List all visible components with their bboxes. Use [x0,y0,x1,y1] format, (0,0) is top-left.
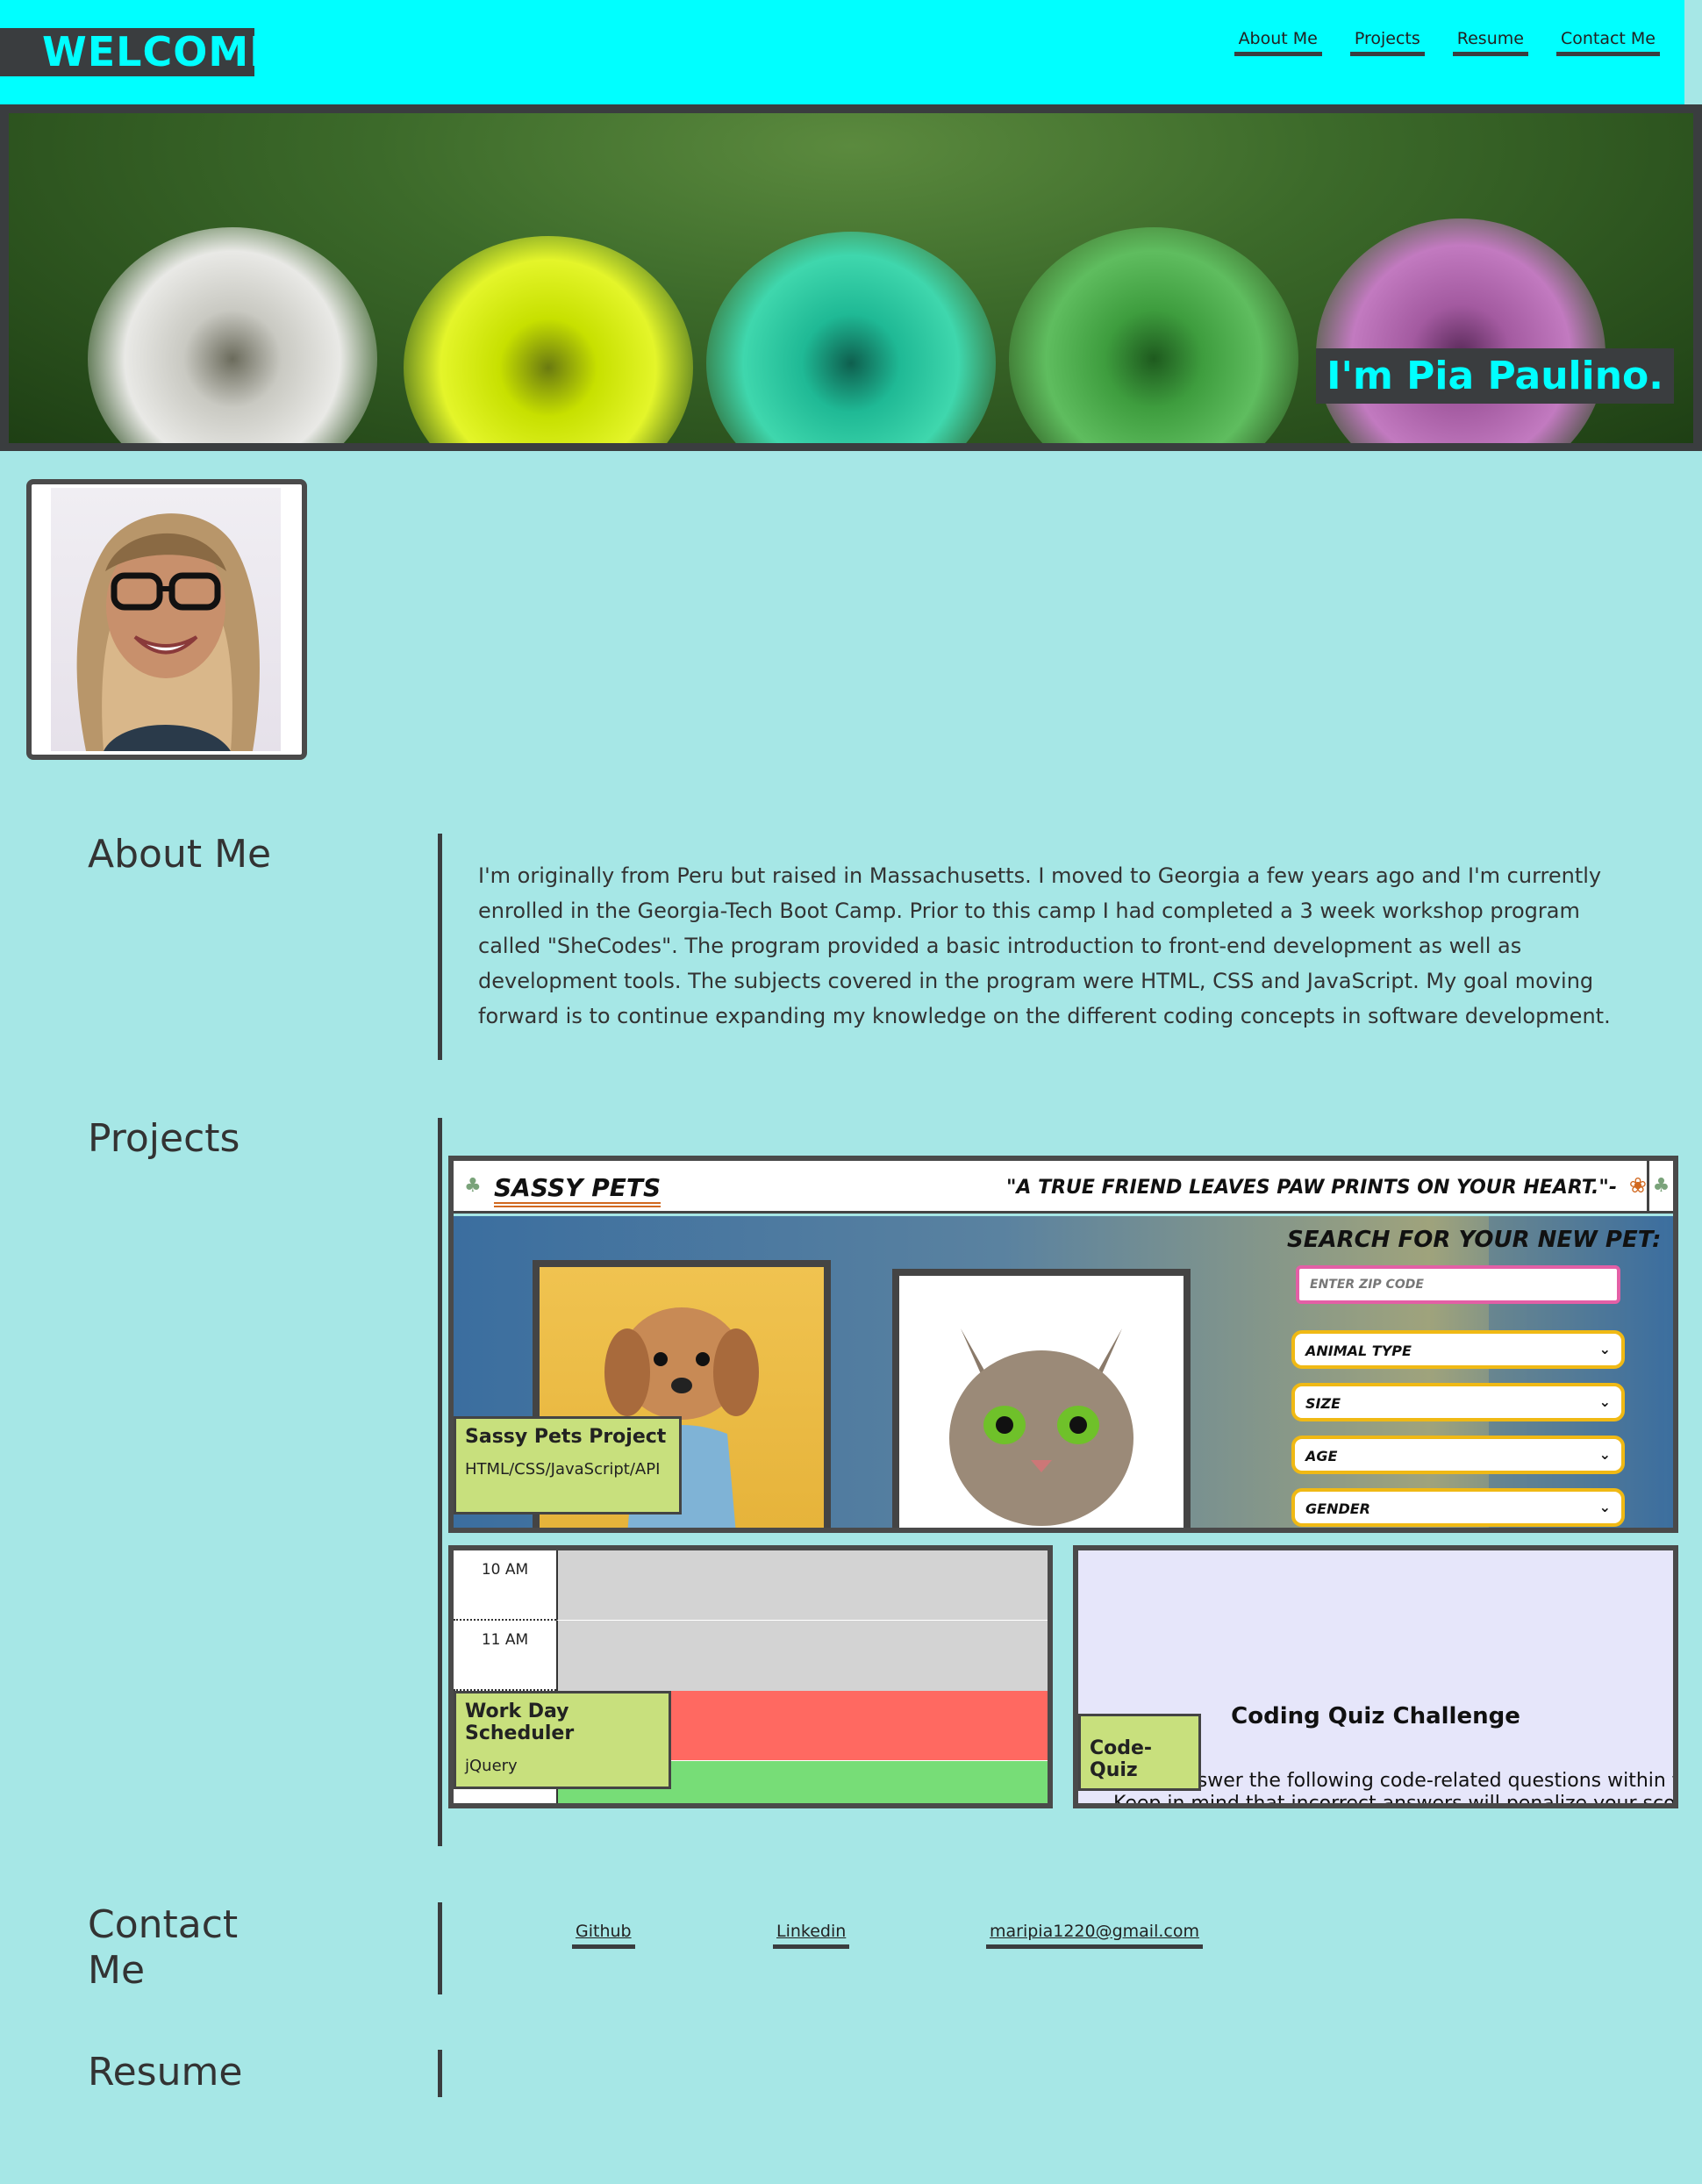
welcome-title: WELCOME! [0,28,297,76]
age-label: AGE [1305,1448,1338,1464]
cat-photo [892,1269,1191,1528]
code-quiz-label[interactable]: Code-Quiz [1078,1714,1201,1791]
search-panel-bg [1489,1216,1664,1528]
sassy-pets-label[interactable]: Sassy Pets Project HTML/CSS/JavaScript/A… [454,1416,682,1514]
zip-code-input[interactable]: ENTER ZIP CODE [1296,1265,1620,1304]
search-title: SEARCH FOR YOUR NEW PET: [1287,1227,1662,1253]
about-divider [438,834,442,1060]
code-quiz-label-title: Code-Quiz [1090,1737,1153,1781]
chevron-down-icon: ⌄ [1598,1393,1611,1410]
resume-title: Resume [88,2050,243,2094]
cactus-icon-right: ♣ [1647,1161,1673,1214]
profile-avatar [26,479,307,760]
paw-icon: ❀ [1628,1173,1647,1198]
dandelion-green [1009,227,1298,443]
time-slot-10am: 10 AM [454,1550,556,1621]
nav-contact-me[interactable]: Contact Me [1555,29,1660,56]
sassy-pets-label-tech: HTML/CSS/JavaScript/API [465,1460,661,1479]
resume-divider [438,2050,442,2097]
github-link[interactable]: Github [572,1922,635,1949]
cactus-icon: ♣ [464,1175,482,1197]
nav-projects[interactable]: Projects [1349,29,1425,56]
email-link[interactable]: maripia1220@gmail.com [986,1922,1203,1949]
chevron-down-icon: ⌄ [1598,1499,1611,1515]
about-title: About Me [88,832,272,877]
scheduler-label-title: Work Day Scheduler [465,1701,575,1744]
header-divider [0,104,1702,113]
gender-select[interactable]: GENDER ⌄ [1291,1488,1625,1527]
past-hour-row [556,1550,1048,1621]
dandelion-white [88,227,377,443]
project-card-code-quiz[interactable]: Coding Quiz Challenge Try to answer the … [1073,1545,1678,1808]
scheduler-label-tech: jQuery [465,1757,518,1775]
contact-title: Contact Me [88,1902,238,1994]
size-select[interactable]: SIZE ⌄ [1291,1383,1625,1421]
dandelion-purple [1316,218,1605,443]
projects-title: Projects [88,1116,240,1161]
sassy-pets-quote: "A TRUE FRIEND LEAVES PAW PRINTS ON YOUR… [1005,1177,1617,1199]
quiz-instructions-line2: Keep in mind that incorrect answers will… [1113,1793,1676,1808]
contact-divider [438,1902,442,1994]
time-slot-11am: 11 AM [454,1621,556,1691]
site-header: WELCOME! About Me Projects Resume Contac… [0,0,1684,104]
projects-divider [438,1118,442,1846]
profile-photo [51,488,281,751]
sassy-pets-label-title: Sassy Pets Project [465,1426,667,1448]
animal-type-select[interactable]: ANIMAL TYPE ⌄ [1291,1330,1625,1369]
nav-about-me[interactable]: About Me [1234,29,1322,56]
project-card-work-day-scheduler[interactable]: 10 AM 11 AM Work Day Scheduler jQuery [448,1545,1053,1808]
sassy-pets-logo: SASSY PETS [494,1173,661,1207]
cat-illustration [949,1328,1133,1526]
past-hour-row [556,1621,1048,1691]
sassy-pets-navbar: ♣ SASSY PETS "A TRUE FRIEND LEAVES PAW P… [454,1161,1673,1214]
hero-name: I'm Pia Paulino. [1316,348,1674,404]
chevron-down-icon: ⌄ [1598,1446,1611,1463]
dandelion-yellow [404,236,693,443]
portrait-illustration [76,513,260,751]
size-label: SIZE [1305,1395,1341,1412]
hero-banner: I'm Pia Paulino. [0,113,1702,451]
scheduler-label[interactable]: Work Day Scheduler jQuery [454,1691,671,1789]
chevron-down-icon: ⌄ [1598,1341,1611,1357]
animal-type-label: ANIMAL TYPE [1305,1343,1412,1359]
dandelion-teal [706,232,996,443]
gender-label: GENDER [1305,1500,1370,1517]
age-select[interactable]: AGE ⌄ [1291,1436,1625,1474]
linkedin-link[interactable]: Linkedin [773,1922,850,1949]
main-nav: About Me Projects Resume Contact Me [1234,29,1660,56]
contact-title-line1: Contact [88,1902,239,1947]
about-text: I'm originally from Peru but raised in M… [478,863,1611,1028]
nav-resume[interactable]: Resume [1452,29,1528,56]
contact-title-line2: Me [88,1948,146,1993]
project-card-sassy-pets[interactable]: ♣ SASSY PETS "A TRUE FRIEND LEAVES PAW P… [448,1156,1678,1533]
